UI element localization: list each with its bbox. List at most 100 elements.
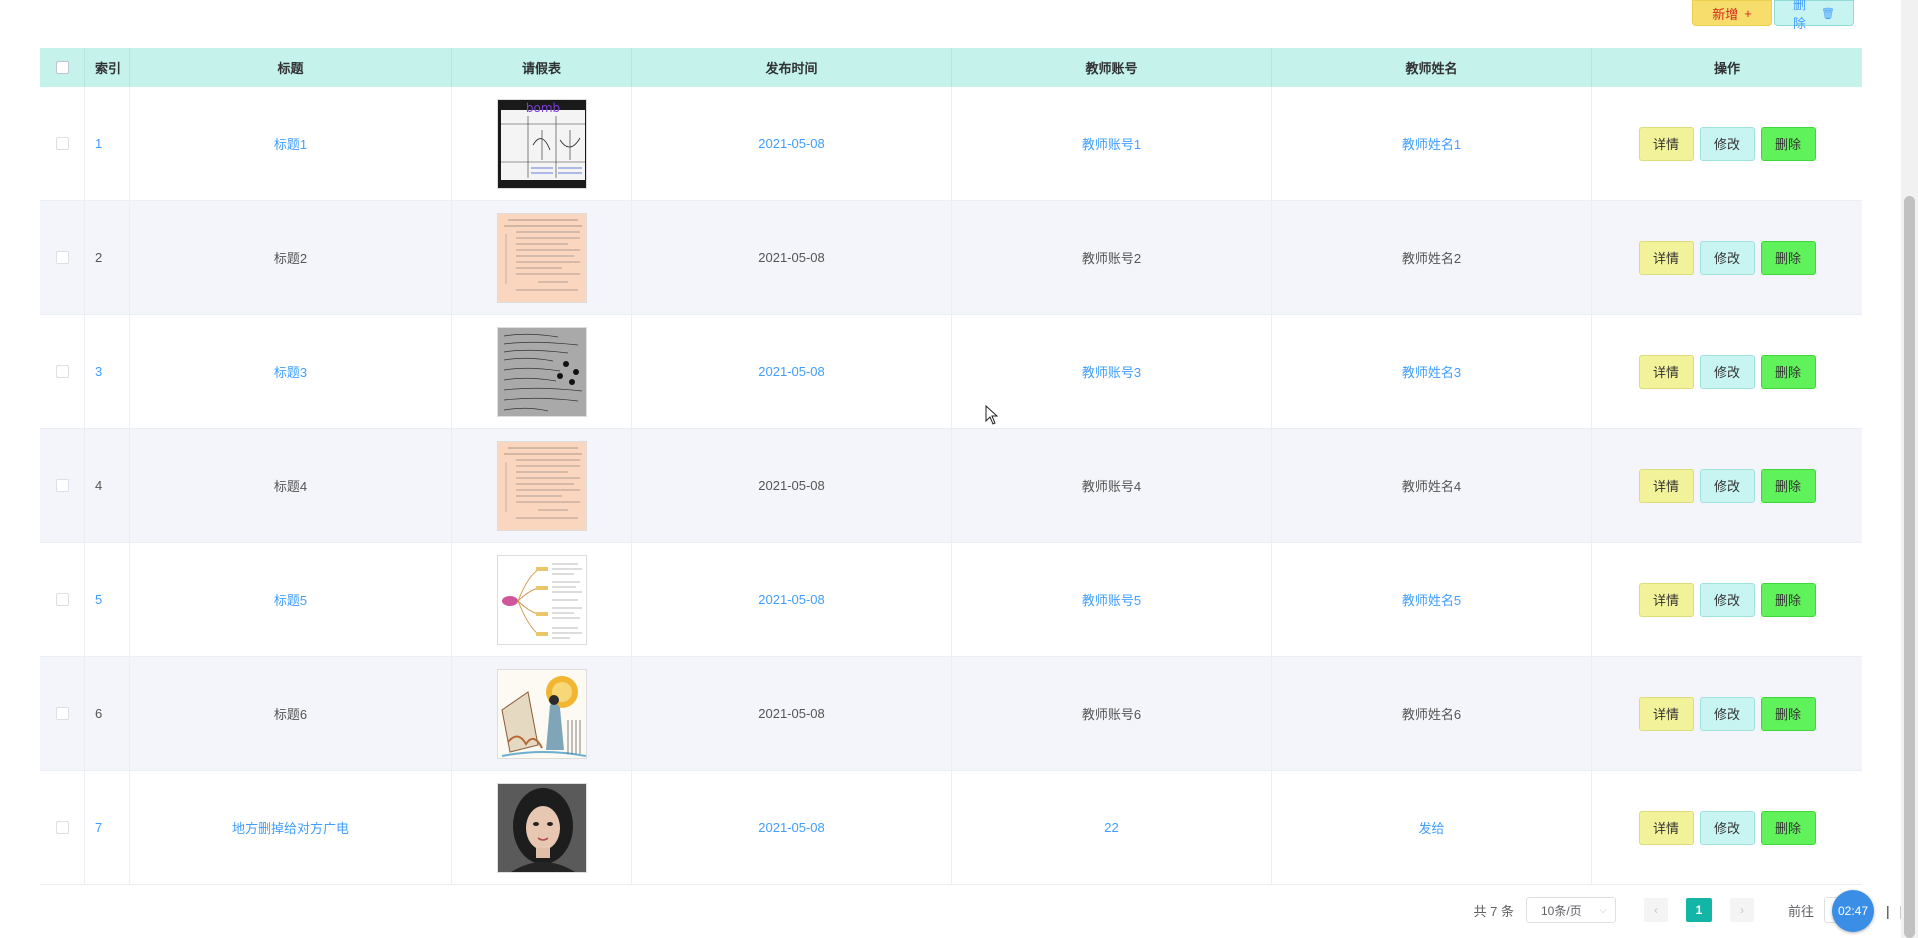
row-check-cell (40, 771, 85, 884)
row-ops: 详情 修改 删除 (1592, 429, 1862, 542)
detail-button[interactable]: 详情 (1638, 810, 1694, 845)
delete-button[interactable]: 删除 (1760, 354, 1816, 389)
table-header: 索引 标题 请假表 发布时间 教师账号 教师姓名 操作 (40, 48, 1862, 87)
next-page-button[interactable]: › (1729, 898, 1754, 922)
prev-page-button[interactable]: ‹ (1643, 898, 1668, 922)
header-title: 标题 (130, 48, 452, 87)
leave-form-image[interactable] (496, 668, 587, 759)
select-all-checkbox[interactable] (55, 61, 69, 74)
table-row: 1 标题1 bomb 2021-05-08 教师账号1 教师姓名1 详情 修改 … (40, 87, 1862, 201)
batch-delete-button[interactable]: 删除 🗑 (1774, 0, 1854, 31)
row-check-cell (40, 543, 85, 656)
detail-button[interactable]: 详情 (1638, 696, 1694, 731)
edit-button[interactable]: 修改 (1699, 810, 1755, 845)
header-check-cell (40, 48, 85, 87)
row-ops: 详情 修改 删除 (1592, 543, 1862, 656)
row-name: 教师姓名3 (1272, 315, 1592, 428)
row-ops-group: 详情 修改 删除 (1638, 582, 1816, 617)
row-ops-group: 详情 修改 删除 (1638, 126, 1816, 161)
delete-button[interactable]: 删除 (1760, 582, 1816, 617)
row-account: 22 (952, 771, 1272, 884)
row-ops-group: 详情 修改 删除 (1638, 810, 1816, 845)
row-checkbox[interactable] (55, 479, 69, 492)
batch-delete-button-label: 删除 (1793, 0, 1807, 31)
row-date: 2021-05-08 (632, 657, 952, 770)
total-count: 共 7 条 (1473, 903, 1514, 919)
row-checkbox[interactable] (55, 707, 69, 720)
row-account: 教师账号5 (952, 543, 1272, 656)
edit-button[interactable]: 修改 (1699, 468, 1755, 503)
row-ops: 详情 修改 删除 (1592, 315, 1862, 428)
page-number-current[interactable]: 1 (1685, 898, 1712, 922)
row-checkbox[interactable] (55, 251, 69, 264)
delete-button[interactable]: 删除 (1760, 126, 1816, 161)
row-title: 标题5 (130, 543, 452, 656)
row-check-cell (40, 657, 85, 770)
row-image-cell (452, 771, 632, 884)
add-button[interactable]: 新增 + (1692, 0, 1772, 26)
leave-form-image[interactable]: bomb (496, 98, 587, 189)
detail-button[interactable]: 详情 (1638, 582, 1694, 617)
row-index: 5 (85, 543, 130, 656)
leave-form-image[interactable] (496, 326, 587, 417)
row-date: 2021-05-08 (632, 543, 952, 656)
detail-button[interactable]: 详情 (1638, 240, 1694, 275)
timer-badge[interactable]: 02:47 (1832, 890, 1874, 932)
edit-button[interactable]: 修改 (1699, 126, 1755, 161)
page-size-select[interactable]: 10条/页 ⌵ (1525, 897, 1616, 923)
edit-button[interactable]: 修改 (1699, 582, 1755, 617)
row-image-cell (452, 315, 632, 428)
edit-button[interactable]: 修改 (1699, 240, 1755, 275)
mouse-cursor-icon (985, 405, 999, 425)
table-row: 4 标题4 2021-05-08 教师账号4 教师姓名4 详情 修改 删除 (40, 429, 1862, 543)
row-account: 教师账号2 (952, 201, 1272, 314)
row-index: 4 (85, 429, 130, 542)
scrollbar-thumb[interactable] (1904, 196, 1915, 938)
page: 新增 + 删除 🗑 索引 标题 请假表 发布时间 教师账号 教师姓名 操作 1 … (0, 0, 1918, 938)
row-image-cell (452, 201, 632, 314)
row-date: 2021-05-08 (632, 315, 952, 428)
plus-icon: + (1744, 5, 1752, 21)
row-ops-group: 详情 修改 删除 (1638, 468, 1816, 503)
delete-button[interactable]: 删除 (1760, 810, 1816, 845)
add-button-label: 新增 (1712, 6, 1739, 22)
row-checkbox[interactable] (55, 593, 69, 606)
row-date: 2021-05-08 (632, 201, 952, 314)
row-image-cell (452, 543, 632, 656)
leave-form-image[interactable] (496, 554, 587, 645)
detail-button[interactable]: 详情 (1638, 468, 1694, 503)
row-check-cell (40, 315, 85, 428)
leave-form-image[interactable] (496, 782, 587, 873)
delete-button[interactable]: 删除 (1760, 696, 1816, 731)
row-date: 2021-05-08 (632, 771, 952, 884)
row-name: 教师姓名2 (1272, 201, 1592, 314)
leave-form-image[interactable] (496, 440, 587, 531)
delete-button[interactable]: 删除 (1760, 240, 1816, 275)
row-index: 6 (85, 657, 130, 770)
data-table: 索引 标题 请假表 发布时间 教师账号 教师姓名 操作 1 标题1 bomb 2… (40, 48, 1862, 885)
delete-button[interactable]: 删除 (1760, 468, 1816, 503)
leave-form-image[interactable] (496, 212, 587, 303)
row-index: 1 (85, 87, 130, 200)
scrollbar-track[interactable] (1901, 0, 1918, 938)
row-ops: 详情 修改 删除 (1592, 771, 1862, 884)
edit-button[interactable]: 修改 (1699, 696, 1755, 731)
row-checkbox[interactable] (55, 821, 69, 834)
row-ops-group: 详情 修改 删除 (1638, 696, 1816, 731)
row-title: 标题1 (130, 87, 452, 200)
table-row: 5 标题5 2021-05-08 教师账号5 教师姓名5 详情 修改 删除 (40, 543, 1862, 657)
header-image: 请假表 (452, 48, 632, 87)
row-name: 教师姓名4 (1272, 429, 1592, 542)
chevron-down-icon: ⌵ (1599, 904, 1607, 916)
row-title: 标题4 (130, 429, 452, 542)
detail-button[interactable]: 详情 (1638, 126, 1694, 161)
detail-button[interactable]: 详情 (1638, 354, 1694, 389)
row-checkbox[interactable] (55, 365, 69, 378)
header-date: 发布时间 (632, 48, 952, 87)
row-checkbox[interactable] (55, 137, 69, 150)
row-ops-group: 详情 修改 删除 (1638, 240, 1816, 275)
row-account: 教师账号6 (952, 657, 1272, 770)
row-image-cell: bomb (452, 87, 632, 200)
edit-button[interactable]: 修改 (1699, 354, 1755, 389)
row-check-cell (40, 429, 85, 542)
